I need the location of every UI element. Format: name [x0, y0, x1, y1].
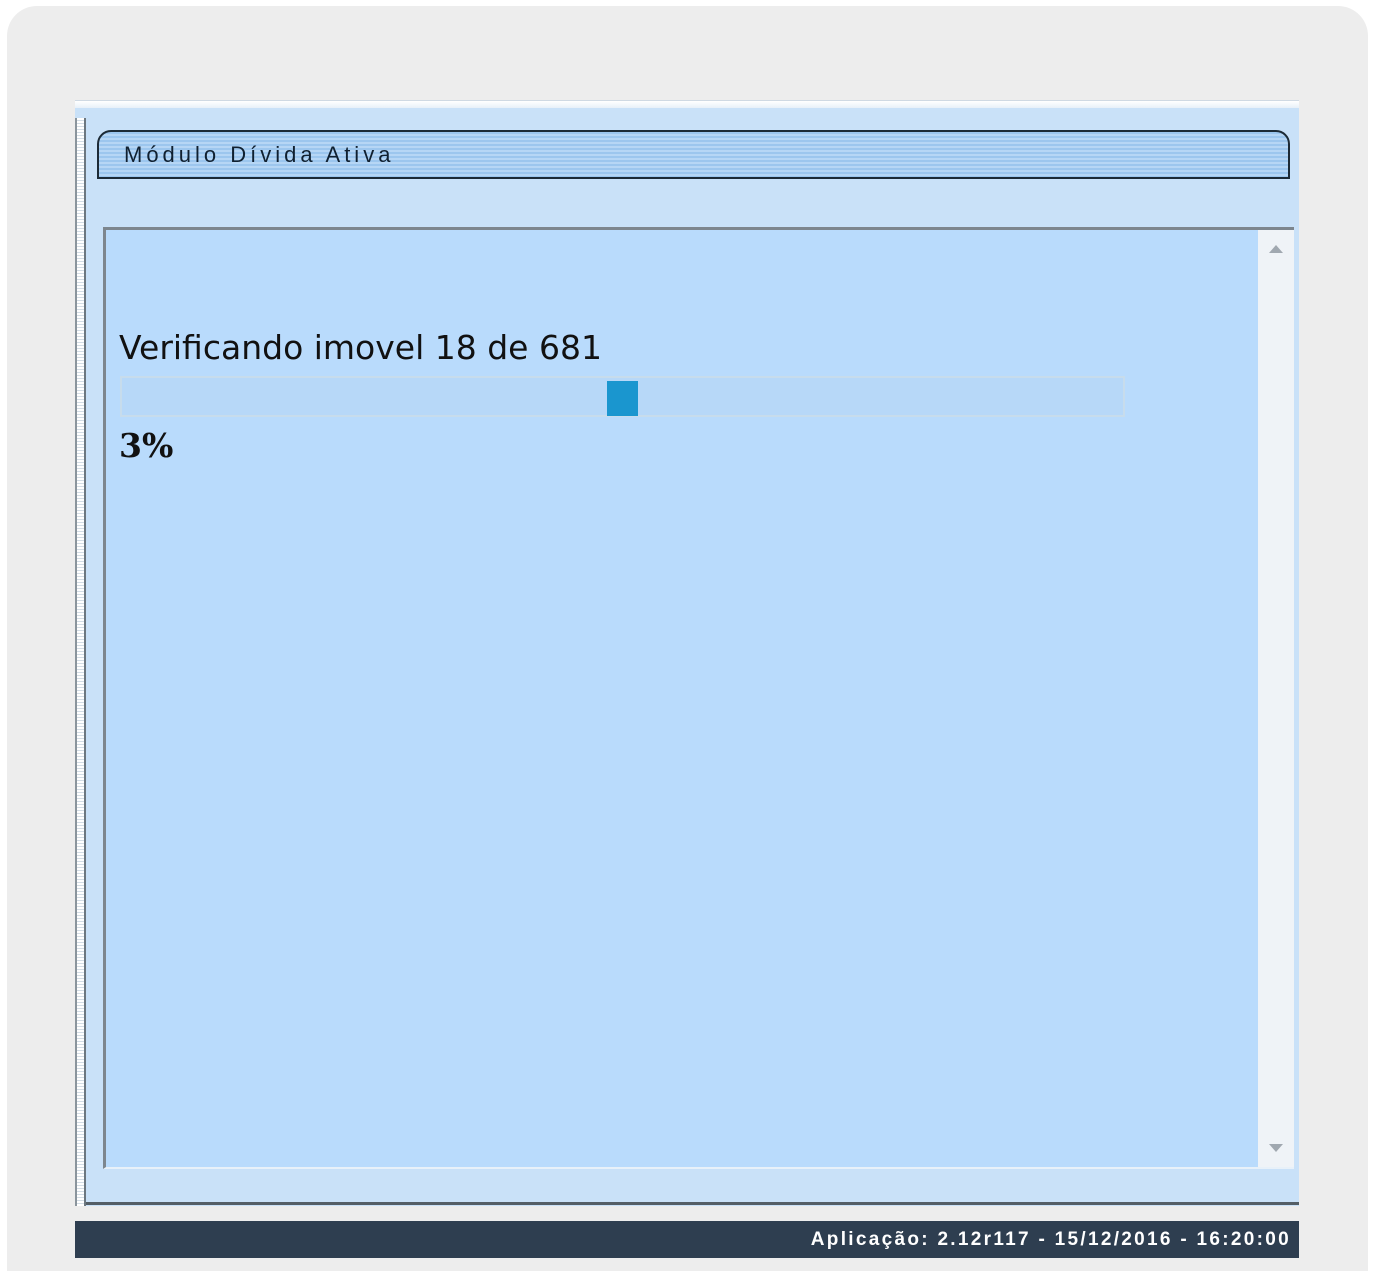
left-rail — [75, 118, 86, 1206]
status-bar: Aplicação: 2.12r117 - 15/12/2016 - 16:20… — [75, 1221, 1299, 1258]
progress-message: Verificando imovel 18 de 681 — [119, 328, 602, 367]
application-version-info: Aplicação: 2.12r117 - 15/12/2016 - 16:20… — [810, 1229, 1291, 1250]
progress-percent: 3% — [119, 426, 174, 465]
content-panel: Verificando imovel 18 de 681 3% — [103, 227, 1294, 1169]
module-title: Módulo Dívida Ativa — [124, 142, 395, 167]
scroll-down-icon[interactable] — [1269, 1144, 1283, 1152]
progress-indicator — [607, 381, 638, 416]
vertical-scrollbar[interactable] — [1258, 230, 1294, 1167]
progress-bar — [120, 376, 1125, 417]
frame-bottom-border — [86, 1202, 1299, 1205]
module-title-tab: Módulo Dívida Ativa — [97, 130, 1290, 179]
scroll-up-icon[interactable] — [1269, 245, 1283, 253]
